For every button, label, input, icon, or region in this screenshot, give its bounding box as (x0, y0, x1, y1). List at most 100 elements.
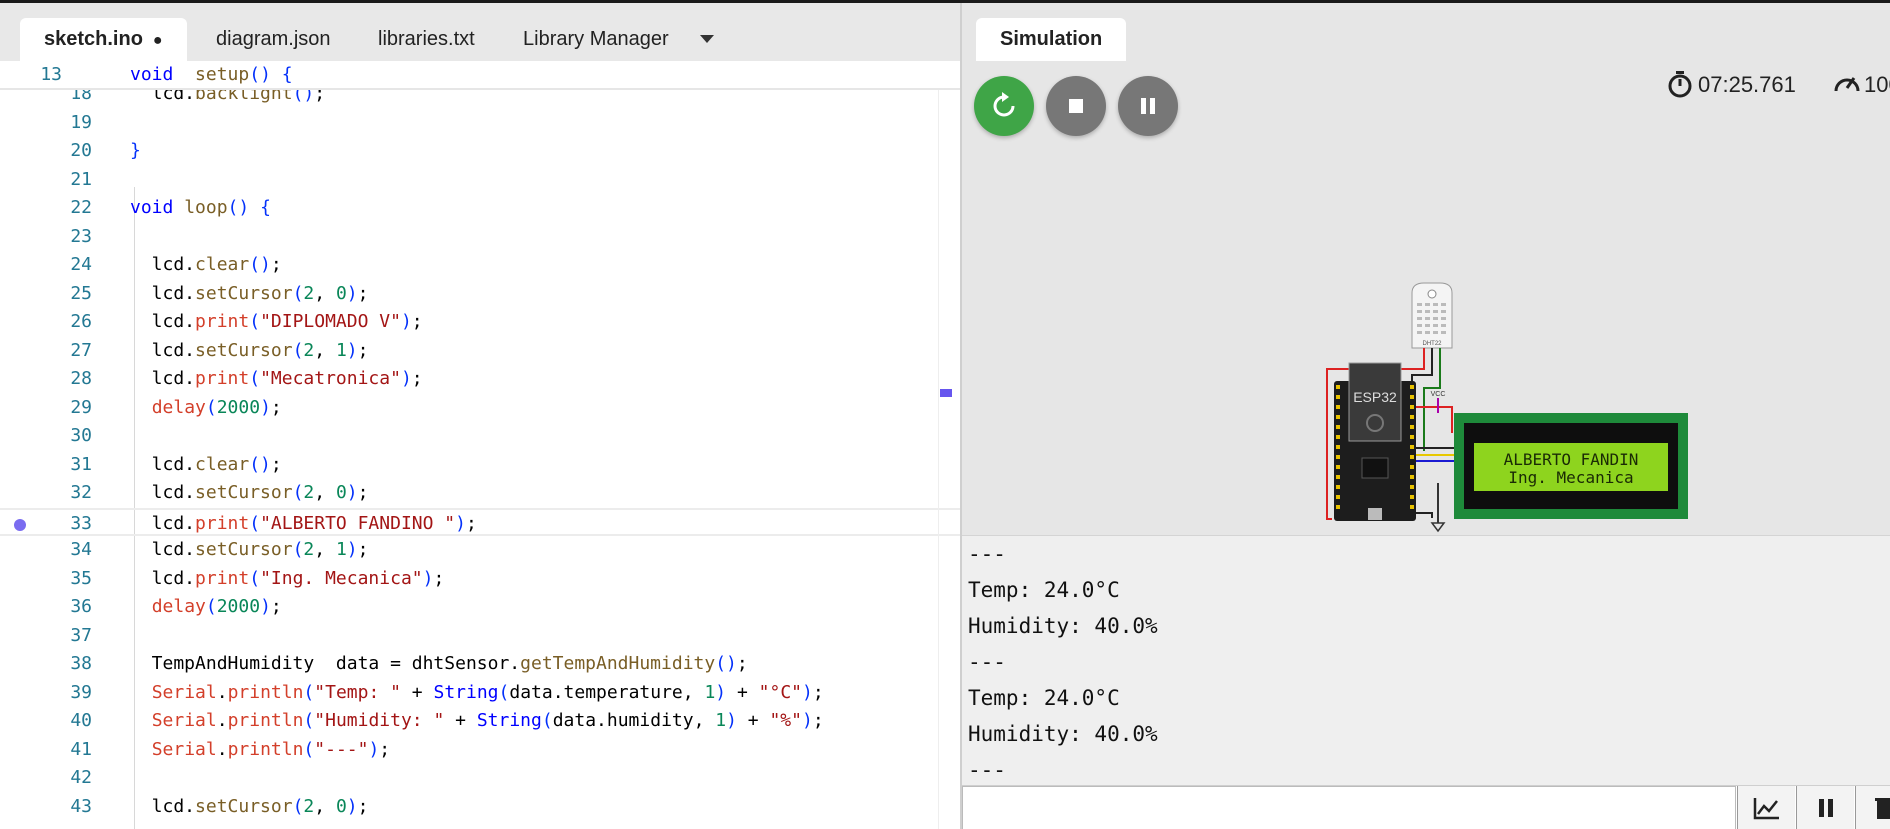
vcc-label: VCC (1431, 391, 1446, 398)
esp32-board[interactable]: ESP32 (1334, 362, 1416, 521)
code-line[interactable]: 28 lcd.print("Mecatronica"); (0, 365, 960, 394)
tab-label: diagram.json (216, 28, 331, 50)
code-line[interactable]: 22 void loop() { (0, 194, 960, 223)
code-token: ) (346, 282, 358, 304)
tab-library-manager[interactable]: Library Manager (499, 18, 693, 61)
code-line[interactable]: 20} (0, 137, 960, 166)
code-line[interactable]: 39 Serial.println("Temp: " + String(data… (0, 679, 960, 708)
code-line[interactable]: 35 lcd.print("Ing. Mecanica"); (0, 565, 960, 594)
code-line[interactable]: 25 lcd.setCursor(2, 0); (0, 280, 960, 309)
code-token: clear (195, 453, 250, 475)
code-line[interactable]: 32 lcd.setCursor(2, 0); (0, 479, 960, 508)
code-token: ; (433, 567, 445, 589)
code-token: 2000 (216, 596, 261, 617)
code-token: ( (249, 567, 261, 589)
editor-tab-bar: sketch.ino ● diagram.json libraries.txt L… (0, 3, 960, 61)
code-line[interactable]: 19 (0, 109, 960, 138)
tab-diagram-json[interactable]: diagram.json (192, 18, 355, 61)
serial-clear-button[interactable] (1855, 786, 1890, 829)
code-token: , (314, 539, 336, 560)
code-token: + (736, 710, 770, 731)
line-number: 20 (70, 140, 92, 161)
code-token: ) (346, 795, 358, 817)
serial-plotter-button[interactable] (1737, 786, 1795, 829)
code-token: () (249, 254, 271, 275)
code-token: lcd. (130, 795, 196, 817)
lcd-display[interactable]: ALBERTO FANDIN Ing. Mecanica (1454, 413, 1688, 519)
code-token: 0 (335, 795, 347, 817)
code-token: getTempAndHumidity (520, 653, 716, 674)
tab-libraries-txt[interactable]: libraries.txt (354, 18, 499, 61)
code-token: 0 (335, 282, 347, 304)
code-token: , (314, 282, 336, 304)
code-line[interactable]: 23 (0, 223, 960, 252)
code-line[interactable]: 34 lcd.setCursor(2, 1); (0, 536, 960, 565)
code-token: 2000 (216, 396, 261, 418)
line-text: lcd.setCursor(2, 0); (130, 280, 369, 309)
code-token: ( (205, 396, 217, 418)
dht22-sensor[interactable]: DHT22 (1411, 282, 1453, 349)
code-token: ( (292, 282, 304, 304)
code-token: lcd. (130, 539, 196, 560)
code-line[interactable]: 27 lcd.setCursor(2, 1); (0, 337, 960, 366)
code-token: ; (411, 311, 423, 332)
code-token: ( (249, 512, 261, 534)
line-text: lcd.clear(); (130, 451, 282, 480)
code-token: { (270, 64, 293, 85)
code-line[interactable]: 41 Serial.println("---"); (0, 736, 960, 765)
code-token: ( (303, 710, 315, 731)
tabs-dropdown-icon[interactable] (700, 35, 714, 43)
esp32-label: ESP32 (1353, 389, 1397, 405)
line-text: Serial.println("Humidity: " + String(dat… (130, 707, 824, 736)
code-line[interactable]: 36 delay(2000); (0, 593, 960, 622)
code-line[interactable]: 21 (0, 166, 960, 195)
code-token: ; (270, 254, 282, 275)
serial-output-line: Humidity: 40.0% (968, 614, 1158, 638)
code-token: "Mecatronica" (260, 368, 401, 389)
chart-icon (1753, 798, 1779, 820)
code-token: void (130, 197, 174, 218)
serial-input-field[interactable] (962, 786, 1736, 829)
serial-output-line: --- (968, 758, 1006, 782)
code-token: void (130, 64, 174, 85)
line-number: 31 (70, 453, 92, 475)
code-token: data.temperature, (509, 681, 705, 703)
code-token: 2 (303, 482, 315, 503)
code-line[interactable]: 38 TempAndHumidity data = dhtSensor.getT… (0, 650, 960, 679)
code-token: ; (270, 453, 282, 475)
serial-pause-button[interactable] (1796, 786, 1854, 829)
code-token: setCursor (195, 795, 293, 817)
serial-output-line: --- (968, 542, 1006, 566)
code-token: ; (357, 282, 369, 304)
code-token: ; (357, 339, 369, 361)
code-line[interactable]: 40 Serial.println("Humidity: " + String(… (0, 707, 960, 736)
code-token: ) (260, 596, 271, 617)
code-line[interactable]: 26 lcd.print("DIPLOMADO V"); (0, 308, 960, 337)
code-line[interactable]: 33 lcd.print("ALBERTO FANDINO "); (0, 507, 960, 536)
code-line[interactable]: 37 (0, 622, 960, 651)
tab-sketch-ino[interactable]: sketch.ino ● (20, 18, 187, 61)
code-token: + (400, 681, 434, 703)
code-token: 1 (335, 339, 347, 361)
code-line[interactable]: 30 (0, 422, 960, 451)
code-token: setup (195, 64, 250, 85)
code-line[interactable]: 42 (0, 764, 960, 793)
code-token: 2 (303, 339, 315, 361)
dht22-label: DHT22 (1422, 341, 1442, 347)
sticky-scroll-line[interactable]: 13 void setup() { (0, 61, 960, 90)
code-line[interactable]: 29 delay(2000); (0, 394, 960, 423)
code-token: , (314, 482, 336, 503)
line-number: 24 (70, 254, 92, 275)
code-token: lcd. (130, 567, 196, 589)
code-area[interactable]: 13 void setup() {18 lcd.backlight(); 19 20}… (0, 61, 960, 829)
serial-monitor: --- Temp: 24.0°C Humidity: 40.0% --- Temp: 2… (962, 535, 1890, 825)
line-number: 39 (70, 681, 92, 703)
editor-scrollbar[interactable] (938, 61, 939, 829)
line-number: 38 (70, 653, 92, 674)
trash-icon (1875, 798, 1890, 819)
code-line[interactable]: 43 lcd.setCursor(2, 0); (0, 793, 960, 822)
code-line[interactable]: 31 lcd.clear(); (0, 451, 960, 480)
code-line[interactable]: 24 lcd.clear(); (0, 251, 960, 280)
